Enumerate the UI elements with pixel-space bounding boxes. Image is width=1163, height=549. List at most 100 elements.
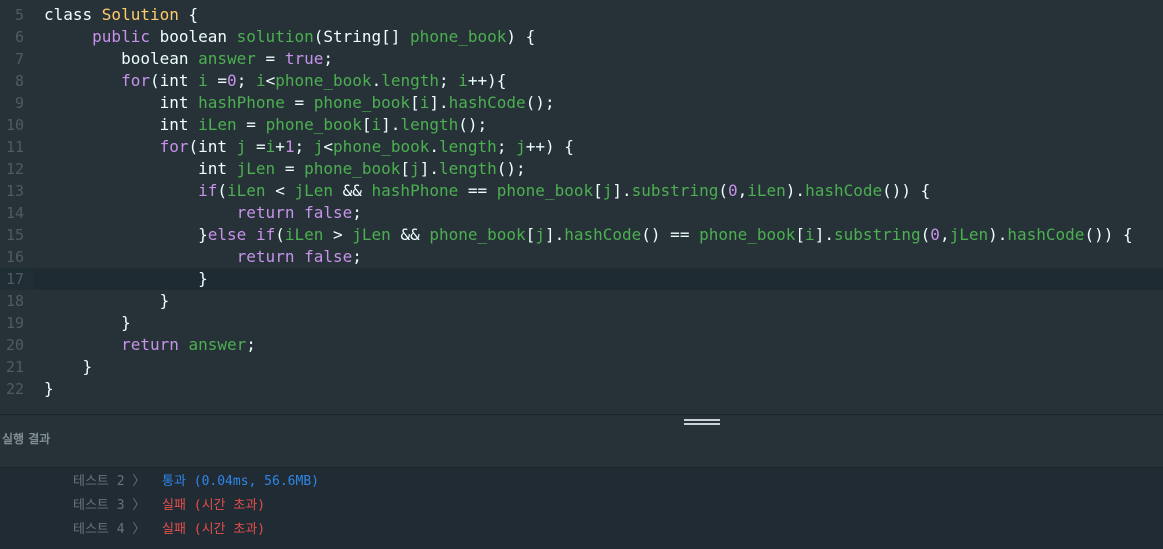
test-status: 실패 (시간 초과) bbox=[162, 498, 266, 513]
code-line[interactable]: 6 public boolean solution(String[] phone… bbox=[0, 26, 1163, 48]
code-token: < bbox=[265, 181, 295, 200]
panel-divider bbox=[0, 414, 1163, 415]
code-token: length bbox=[381, 71, 439, 90]
code-line[interactable]: 14 return false; bbox=[0, 202, 1163, 224]
code-token: && bbox=[333, 181, 372, 200]
code-line[interactable]: 10 int iLen = phone_book[i].length(); bbox=[0, 114, 1163, 136]
code-line[interactable]: 15 }else if(iLen > jLen && phone_book[j]… bbox=[0, 224, 1163, 246]
code-text: boolean answer = true; bbox=[44, 48, 333, 70]
code-token: int bbox=[44, 93, 199, 112]
code-token: iLen bbox=[198, 115, 237, 134]
code-token: iLen bbox=[747, 181, 786, 200]
code-text: public boolean solution(String[] phone_b… bbox=[44, 26, 535, 48]
code-line[interactable]: 8 for(int i =0; i<phone_book.length; i++… bbox=[0, 70, 1163, 92]
code-token: ; bbox=[246, 335, 256, 354]
code-text: } bbox=[44, 312, 131, 334]
code-text: if(iLen < jLen && hashPhone == phone_boo… bbox=[44, 180, 930, 202]
line-number: 5 bbox=[14, 6, 24, 24]
code-token: (); bbox=[525, 93, 555, 112]
line-number: 10 bbox=[5, 116, 24, 134]
code-token: 0 bbox=[930, 225, 940, 244]
code-token: hashCode bbox=[805, 181, 883, 200]
code-token: ++) { bbox=[525, 137, 574, 156]
code-line[interactable]: 9 int hashPhone = phone_book[i].hashCode… bbox=[0, 92, 1163, 114]
code-token: false bbox=[304, 203, 353, 222]
code-token: hashPhone bbox=[198, 93, 285, 112]
code-token: j bbox=[410, 159, 420, 178]
code-token: i bbox=[265, 137, 276, 156]
code-line[interactable]: 16 return false; bbox=[0, 246, 1163, 268]
code-token: else bbox=[207, 225, 256, 244]
resize-handle[interactable] bbox=[684, 419, 720, 429]
line-number: 17 bbox=[5, 270, 24, 288]
code-text: }else if(iLen > jLen && phone_book[j].ha… bbox=[44, 224, 1132, 246]
test-result-row: 테스트 2 〉 통과 (0.04ms, 56.6MB) bbox=[0, 470, 1163, 494]
code-text: return false; bbox=[44, 246, 362, 268]
code-token: ]. bbox=[381, 115, 401, 134]
code-line[interactable]: 7 boolean answer = true; bbox=[0, 48, 1163, 70]
code-token: phone_book bbox=[265, 115, 362, 134]
test-status: 통과 (0.04ms, 56.6MB) bbox=[162, 474, 319, 489]
code-token: (String[] bbox=[313, 27, 411, 46]
code-token: = bbox=[284, 93, 314, 112]
test-status: 실패 (시간 초과) bbox=[162, 522, 266, 537]
code-token: j bbox=[535, 225, 545, 244]
code-line[interactable]: 22} bbox=[0, 378, 1163, 400]
test-result-row: 테스트 3 〉 실패 (시간 초과) bbox=[0, 494, 1163, 518]
line-number: 14 bbox=[5, 204, 24, 222]
code-text: int iLen = phone_book[i].length(); bbox=[44, 114, 488, 136]
code-token: i bbox=[458, 71, 468, 90]
line-number: 13 bbox=[5, 182, 24, 200]
code-token: hashPhone bbox=[371, 181, 459, 200]
code-token: = bbox=[236, 115, 266, 134]
code-token: boolean bbox=[159, 27, 237, 46]
code-line[interactable]: 18 } bbox=[0, 290, 1163, 312]
code-token: > bbox=[323, 225, 353, 244]
code-text: } bbox=[44, 290, 170, 312]
code-token: return bbox=[44, 247, 305, 266]
code-editor[interactable]: 5 class Solution {6 public boolean soluti… bbox=[0, 0, 1163, 414]
code-token: int bbox=[44, 115, 199, 134]
code-line[interactable]: 17 } bbox=[0, 268, 1163, 290]
code-token: ]. bbox=[429, 93, 449, 112]
code-token: } bbox=[44, 269, 208, 288]
code-token: ). bbox=[785, 181, 806, 200]
code-token: [ bbox=[410, 93, 420, 112]
code-token: phone_book bbox=[304, 159, 401, 178]
code-token: jLen bbox=[294, 181, 333, 200]
code-line[interactable]: 20 return answer; bbox=[0, 334, 1163, 356]
code-token: } bbox=[44, 357, 93, 376]
line-number: 9 bbox=[14, 94, 24, 112]
code-token: ()) { bbox=[882, 181, 931, 200]
code-token: (); bbox=[458, 115, 488, 134]
code-line[interactable]: 11 for(int j =i+1; j<phone_book.length; … bbox=[0, 136, 1163, 158]
code-line[interactable]: 12 int jLen = phone_book[j].length(); bbox=[0, 158, 1163, 180]
code-token: answer bbox=[198, 49, 256, 68]
code-token: for bbox=[44, 137, 189, 156]
code-token: Solution bbox=[101, 5, 179, 24]
code-line[interactable]: 13 if(iLen < jLen && hashPhone == phone_… bbox=[0, 180, 1163, 202]
code-line[interactable]: 5 class Solution { bbox=[0, 4, 1163, 26]
code-token: ++){ bbox=[467, 71, 507, 90]
code-token: iLen bbox=[227, 181, 266, 200]
code-token: = bbox=[207, 71, 228, 90]
code-line[interactable]: 19 } bbox=[0, 312, 1163, 334]
code-token: i bbox=[198, 71, 208, 90]
code-token: hashCode bbox=[564, 225, 642, 244]
code-token: true bbox=[284, 49, 324, 68]
code-token: hashCode bbox=[1007, 225, 1085, 244]
code-text: class Solution { bbox=[44, 4, 198, 26]
code-token: phone_book bbox=[313, 93, 411, 112]
code-line[interactable]: 21 } bbox=[0, 356, 1163, 378]
code-token: j bbox=[516, 137, 526, 156]
code-token: ). bbox=[988, 225, 1008, 244]
code-token: < bbox=[265, 71, 276, 90]
code-token: 0 bbox=[227, 71, 237, 90]
code-text: } bbox=[44, 268, 208, 290]
test-label: 테스트 4 〉 bbox=[73, 522, 146, 537]
code-token: ; bbox=[439, 71, 459, 90]
code-token: { bbox=[178, 5, 199, 24]
code-token: () == bbox=[641, 225, 700, 244]
code-token: i bbox=[371, 115, 382, 134]
code-token: phone_book bbox=[496, 181, 594, 200]
